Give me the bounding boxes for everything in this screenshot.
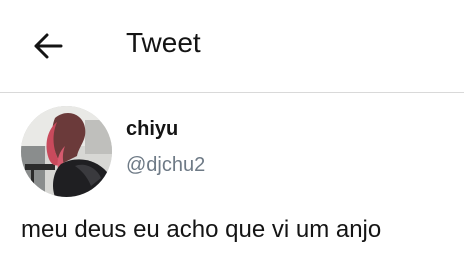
back-button[interactable] <box>26 24 70 68</box>
avatar[interactable] <box>21 106 112 197</box>
author-name[interactable]: chiyu <box>126 117 178 141</box>
author-handle[interactable]: @djchu2 <box>126 153 205 177</box>
tweet-card: chiyu @djchu2 meu deus eu acho que vi um… <box>0 93 464 265</box>
app-header: Tweet <box>0 0 464 93</box>
page-title: Tweet <box>126 27 201 58</box>
profile-photo <box>21 106 112 197</box>
arrow-left-icon <box>34 33 63 59</box>
tweet-text: meu deus eu acho que vi um anjo <box>21 216 382 243</box>
